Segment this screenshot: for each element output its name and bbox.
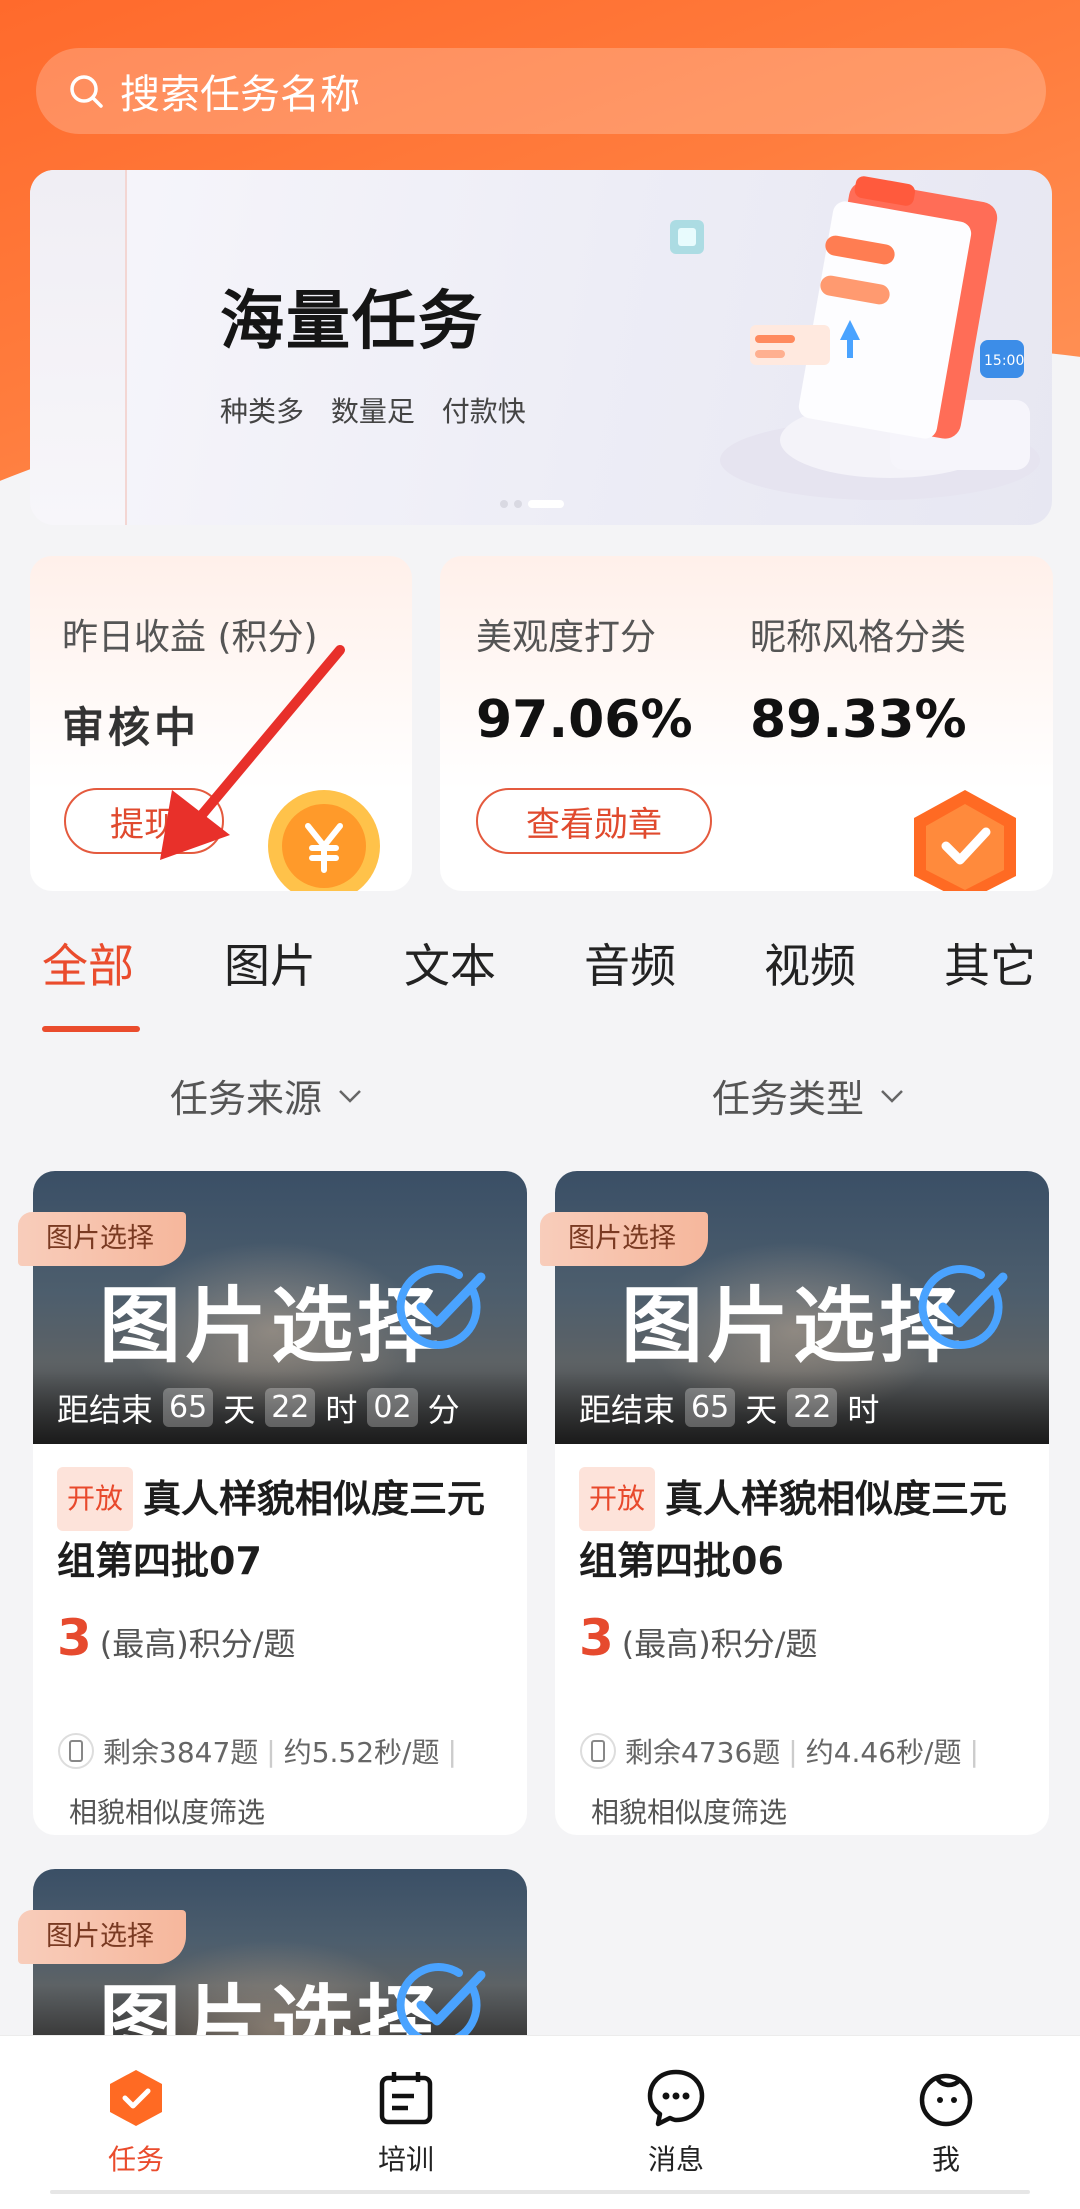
chat-bubble-icon: [647, 2069, 705, 2127]
task-type-ribbon: 图片选择: [18, 1910, 186, 1964]
task-type-ribbon: 图片选择: [18, 1212, 186, 1266]
tab-other[interactable]: 其它: [944, 930, 1036, 996]
nav-tasks[interactable]: 任务: [66, 2066, 206, 2178]
task-price: 3 (最高)积分/题: [579, 1609, 818, 1667]
aesthetic-score-label: 美观度打分: [476, 617, 657, 658]
tab-underline: [42, 1026, 140, 1032]
task-card[interactable]: 图片选择 距结束 65 天 22 时 02 分 开放 真人样貌相似度三元组第四批07 3…: [33, 1171, 527, 1835]
category-tabs: 全部 图片 文本 音频 视频 其它: [0, 930, 1080, 1040]
task-cover-title: 图片选择: [99, 1977, 444, 2035]
banner-subtitle: 种类多 数量足 付款快: [220, 395, 526, 428]
task-cover-title: 图片选择: [621, 1279, 966, 1374]
search-placeholder: 搜索任务名称: [120, 72, 360, 118]
check-circle-icon: [918, 1265, 1008, 1350]
task-meta: 剩余4736题 | 约4.46秒/题 |: [579, 1731, 979, 1771]
promo-banner[interactable]: 海量任务 种类多 数量足 付款快 15:00: [30, 170, 1052, 525]
nav-me[interactable]: 我: [876, 2066, 1016, 2178]
calendar-icon: [379, 2072, 433, 2125]
aesthetic-score-value: 97.06%: [476, 690, 693, 750]
tab-video[interactable]: 视频: [764, 930, 856, 996]
task-title: 开放 真人样貌相似度三元组第四批07: [57, 1467, 507, 1591]
bottom-nav: 任务 培训 消息 我: [0, 2035, 1080, 2209]
tab-text[interactable]: 文本: [404, 930, 496, 996]
check-circle-icon: [396, 1265, 486, 1350]
phone-icon: [58, 1733, 94, 1769]
task-tag: 相貌相似度筛选: [591, 1796, 788, 1829]
type-filter-label: 任务类型: [712, 1077, 865, 1121]
source-filter-label: 任务来源: [170, 1077, 323, 1121]
countdown: 距结束 65 天 22 时: [555, 1371, 1049, 1444]
status-badge: 开放: [579, 1467, 656, 1531]
medal-badge-icon: [914, 790, 1016, 891]
task-type-ribbon: 图片选择: [540, 1212, 708, 1266]
banner-title: 海量任务: [220, 285, 484, 359]
type-filter[interactable]: 任务类型: [712, 1068, 906, 1123]
tab-images[interactable]: 图片: [224, 930, 316, 996]
search-icon: [70, 75, 103, 108]
countdown: 距结束 65 天 22 时 02 分: [33, 1371, 527, 1444]
nav-training[interactable]: 培训: [336, 2066, 476, 2178]
banner-pager: [500, 500, 564, 508]
task-title: 开放 真人样貌相似度三元组第四批06: [579, 1467, 1029, 1591]
chevron-down-icon: [339, 1089, 361, 1103]
search-bar[interactable]: 搜索任务名称: [36, 48, 1046, 134]
source-filter[interactable]: 任务来源: [170, 1068, 364, 1123]
check-circle-icon: [396, 1963, 486, 2035]
chevron-down-icon: [881, 1089, 903, 1103]
task-meta: 剩余3847题 | 约5.52秒/题 |: [57, 1731, 457, 1771]
task-cover-title: 图片选择: [99, 1279, 444, 1374]
nickname-score-value: 89.33%: [750, 690, 967, 750]
tab-audio[interactable]: 音频: [584, 930, 676, 996]
task-price: 3 (最高)积分/题: [57, 1609, 296, 1667]
task-tag: 相貌相似度筛选: [69, 1796, 266, 1829]
nav-messages[interactable]: 消息: [606, 2066, 746, 2178]
home-indicator: [50, 2190, 1030, 2194]
task-shield-icon: [110, 2070, 162, 2126]
profile-icon: [919, 2073, 973, 2127]
status-badge: 开放: [57, 1467, 134, 1531]
banner-edge: [30, 170, 127, 525]
nickname-score-label: 昵称风格分类: [750, 617, 967, 658]
phone-icon: [580, 1733, 616, 1769]
banner-clock-text: 15:00: [984, 353, 1024, 369]
task-card[interactable]: 图片选择 距结束 65 天 22 时 开放 真人样貌相似度三元组第四批06 3 (最高)…: [555, 1171, 1049, 1835]
annotation-arrow-icon: [160, 645, 345, 860]
clipboard-illustration-icon: 15:00: [670, 176, 1040, 500]
scores-card: 美观度打分 97.06% 昵称风格分类 89.33% 查看勋章: [440, 556, 1053, 891]
tab-all[interactable]: 全部: [42, 930, 134, 996]
view-badges-button[interactable]: 查看勋章: [476, 788, 712, 854]
